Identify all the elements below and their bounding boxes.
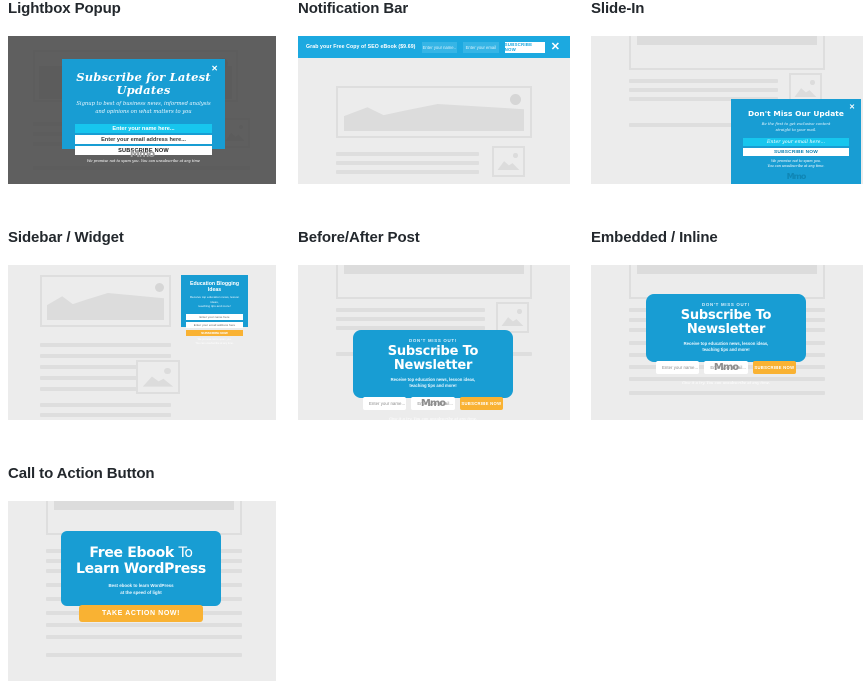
section-title-notification: Notification Bar <box>298 0 409 17</box>
widget-subscribe-button[interactable]: SUBSCRIBE NOW <box>186 329 243 336</box>
cta-card[interactable]: Free Ebook To Learn WordPress Best ebook… <box>61 531 221 623</box>
notification-subscribe-button[interactable]: SUBSCRIBE NOW <box>504 41 545 53</box>
cta-title: Free Ebook To Learn WordPress <box>73 545 209 577</box>
slidein-subtitle-2: straight to your mail. <box>775 126 817 132</box>
notification-headline: Grab your Free Copy of SEO eBook ($9.69) <box>306 44 416 50</box>
lightbox-subtitle-2: and opinions on what matters to you <box>95 109 192 116</box>
lightbox-brand-watermark: Mmo <box>129 149 155 160</box>
cta-title-line1-light: To <box>178 545 193 561</box>
newsletter-title: Subscribe To Newsletter <box>680 308 772 338</box>
section-embedded-inline: Embedded / Inline DON'T MISS OUT! Subscr… <box>591 184 863 420</box>
newsletter-title: Subscribe To Newsletter <box>387 344 479 374</box>
notification-preview[interactable]: Grab your Free Copy of SEO eBook ($9.69)… <box>298 36 570 184</box>
section-title-embedded: Embedded / Inline <box>591 229 718 246</box>
newsletter-subtitle-2: teaching tips and more! <box>409 383 457 389</box>
lightbox-popup-card[interactable]: ✕ Subscribe for Latest Updates Signup to… <box>62 59 225 163</box>
lightbox-subtitle-1: Signup to best of business news, informe… <box>76 101 211 108</box>
template-gallery-grid: Lightbox Popup ✕ Subscribe for Latest Up… <box>0 0 863 681</box>
slidein-footnote-2: You can unsubscribe at any time. <box>767 164 825 169</box>
sidebar-widget-card[interactable]: Education Blogging Ideas Receive top edu… <box>181 275 248 345</box>
section-title-cta: Call to Action Button <box>8 465 155 482</box>
newsletter-card-embedded[interactable]: DON'T MISS OUT! Subscribe To Newsletter … <box>646 294 806 385</box>
lightbox-name-input[interactable]: Enter your name here... <box>75 124 212 134</box>
page-root: Lightbox Popup ✕ Subscribe for Latest Up… <box>0 0 863 697</box>
notification-name-input[interactable]: Enter your name.. <box>421 41 458 53</box>
slidein-preview[interactable]: ✕ Don't Miss Our Update Be the first to … <box>591 36 863 184</box>
section-title-sidebar: Sidebar / Widget <box>8 229 124 246</box>
before-after-preview[interactable]: DON'T MISS OUT! Subscribe To Newsletter … <box>298 265 570 420</box>
slidein-brand-watermark: Mmo <box>786 171 807 181</box>
lightbox-preview[interactable]: ✕ Subscribe for Latest Updates Signup to… <box>8 36 276 184</box>
widget-email-input[interactable]: Enter your email address here <box>186 321 243 328</box>
section-title-lightbox: Lightbox Popup <box>8 0 121 17</box>
widget-footnote-2: You can unsubscribe at any time. <box>195 341 234 345</box>
section-slide-in: Slide-In ✕ Don't Miss Our Update Be the … <box>591 0 863 184</box>
notification-email-input[interactable]: Enter your email <box>463 41 499 53</box>
widget-subtitle-1: Receive top education news, lesson ideas… <box>189 295 240 304</box>
close-icon[interactable]: ✕ <box>551 41 564 53</box>
lightbox-email-input[interactable]: Enter your email address here... <box>75 135 212 145</box>
newsletter-kicker: DON'T MISS OUT! <box>702 302 750 307</box>
section-sidebar-widget: Sidebar / Widget Education Blogging Idea… <box>8 184 298 420</box>
slidein-card[interactable]: ✕ Don't Miss Our Update Be the first to … <box>731 99 861 184</box>
cta-preview[interactable]: Free Ebook To Learn WordPress Best ebook… <box>8 501 276 681</box>
newsletter-card-before-after[interactable]: DON'T MISS OUT! Subscribe To Newsletter … <box>353 330 513 420</box>
embedded-inline-preview[interactable]: DON'T MISS OUT! Subscribe To Newsletter … <box>591 265 863 420</box>
close-icon[interactable]: ✕ <box>211 65 218 73</box>
section-title-before-after: Before/After Post <box>298 229 420 246</box>
widget-name-input[interactable]: Enter your name here <box>186 313 243 320</box>
cta-action-button[interactable]: TAKE ACTION NOW! <box>79 605 203 623</box>
slidein-subscribe-button[interactable]: SUBSCRIBE NOW <box>743 148 849 157</box>
lightbox-title: Subscribe for Latest Updates <box>76 70 211 97</box>
newsletter-kicker: DON'T MISS OUT! <box>409 338 457 343</box>
cta-subtitle-2: at the speed of light <box>120 590 162 596</box>
newsletter-subtitle-2: teaching tips and more! <box>702 347 750 353</box>
slidein-title: Don't Miss Our Update <box>747 109 845 118</box>
cta-title-line2: Learn WordPress <box>76 561 206 578</box>
newsletter-brand-watermark: Mmo <box>713 362 739 373</box>
lightbox-footnote: We promise not to spam you. You can unsu… <box>86 159 201 164</box>
section-cta-button: Call to Action Button Free Ebook To Lear… <box>8 420 298 681</box>
slidein-email-input[interactable]: Enter your email here... <box>743 138 849 147</box>
notification-bar[interactable]: Grab your Free Copy of SEO eBook ($9.69)… <box>298 36 570 58</box>
section-before-after-post: Before/After Post DON'T MISS OUT! Subscr… <box>298 184 591 420</box>
section-title-slidein: Slide-In <box>591 0 645 17</box>
newsletter-footnote: Give it a try. You can unsubscribe at an… <box>681 379 771 385</box>
sidebar-widget-preview[interactable]: Education Blogging Ideas Receive top edu… <box>8 265 276 420</box>
cta-title-line1-strong: Free Ebook <box>89 545 174 561</box>
newsletter-brand-watermark: Mmo <box>420 398 446 409</box>
section-lightbox-popup: Lightbox Popup ✕ Subscribe for Latest Up… <box>8 0 298 184</box>
cta-subtitle-1: Best ebook to learn WordPress <box>108 583 174 589</box>
widget-subtitle-2: teaching tips and more! <box>198 304 231 309</box>
section-notification-bar: Notification Bar Grab your Free Copy of … <box>298 0 591 184</box>
newsletter-footnote: Give it a try. You can unsubscribe at an… <box>388 415 478 420</box>
close-icon[interactable]: ✕ <box>849 104 855 111</box>
widget-title: Education Blogging Ideas <box>190 281 239 293</box>
